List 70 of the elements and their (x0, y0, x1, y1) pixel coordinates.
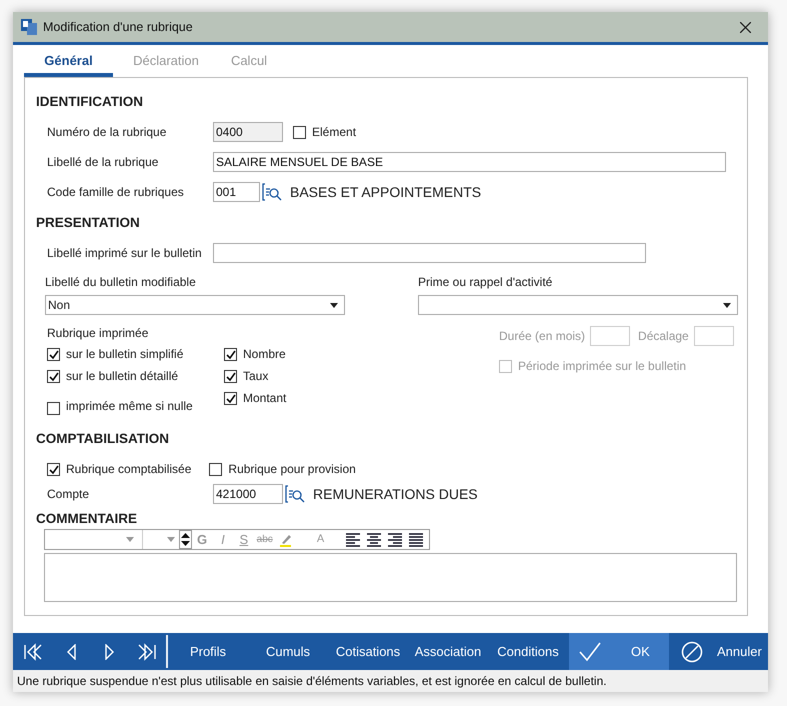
section-heading: IDENTIFICATION (36, 93, 144, 111)
highlighter-icon (278, 532, 293, 546)
section-heading: COMPTABILISATION (36, 430, 170, 448)
caret-icon (126, 537, 134, 542)
checkbox-label: Nombre (243, 346, 286, 363)
description-text: REMUNERATIONS DUES (313, 484, 478, 504)
caret-icon (330, 302, 338, 308)
checkbox-label: Taux (243, 368, 268, 385)
next-icon (104, 644, 114, 660)
search-icon[interactable] (285, 484, 305, 504)
checkbox[interactable] (47, 402, 60, 415)
toolbar-button[interactable]: Cotisations (328, 633, 408, 670)
toolbar-button[interactable]: Cumuls (248, 633, 328, 670)
caret-icon (166, 537, 175, 542)
spin-icon[interactable] (178, 530, 192, 549)
code-field[interactable]: 001 (213, 182, 260, 202)
cancel-icon (681, 640, 703, 662)
align-center-icon[interactable] (366, 531, 382, 548)
field-label: Prime ou rappel d'activité (418, 274, 554, 291)
checkbox-label: Rubrique comptabilisée (66, 461, 192, 478)
text-field[interactable]: SALAIRE MENSUEL DE BASE (213, 152, 726, 172)
checkbox-label: Montant (243, 390, 286, 407)
align-right-icon[interactable] (386, 531, 403, 548)
toolbar-button[interactable]: Profils (168, 633, 248, 670)
cancel-button[interactable]: Annuler (669, 633, 768, 670)
last-record-icon (136, 642, 158, 660)
checkbox[interactable] (47, 462, 60, 476)
dropdown[interactable]: Non (45, 295, 345, 315)
checkbox[interactable] (47, 370, 60, 382)
app-icon (21, 19, 37, 35)
field-label: Décalage (638, 328, 689, 345)
field-label: Code famille de rubriques (46, 184, 185, 201)
field-label: Durée (en mois) (499, 328, 586, 345)
search-icon[interactable] (262, 182, 282, 202)
field-label: Libellé de la rubrique (46, 154, 160, 171)
checkbox-label: sur le bulletin simplifié (66, 346, 184, 363)
field-label: Numéro de la rubrique (46, 124, 168, 141)
text-field[interactable] (213, 243, 646, 263)
checkbox[interactable] (224, 392, 237, 404)
checkbox[interactable] (47, 348, 60, 360)
toolbar-button[interactable]: Conditions (488, 633, 568, 670)
checkbox[interactable] (224, 348, 237, 360)
description-text: BASES ET APPOINTEMENTS (290, 182, 482, 202)
field-label: Libellé du bulletin modifiable (45, 274, 197, 291)
checkbox-label: Période imprimée sur le bulletin (518, 358, 686, 375)
checkbox-label: Elément (312, 124, 356, 141)
status-bar: Une rubrique suspendue n'est plus utilisable en saisie d'éléments variables, et est ignorée en calcul de bulletin. (13, 670, 768, 692)
close-icon (740, 22, 750, 32)
checkbox[interactable] (293, 126, 306, 138)
window-title: Modification d'une rubrique (43, 18, 194, 36)
section-heading: PRESENTATION (36, 214, 141, 232)
check-icon (579, 642, 601, 662)
previous-icon (66, 644, 76, 660)
checkbox-label: Rubrique pour provision (228, 461, 356, 478)
field-label: Libellé imprimé sur le bulletin (46, 245, 203, 262)
field-label: Compte (46, 486, 90, 503)
align-left-icon[interactable] (344, 531, 361, 548)
checkbox[interactable] (209, 462, 222, 476)
first-record-icon (22, 642, 44, 660)
toolbar-button[interactable]: Association (408, 633, 488, 670)
checkbox[interactable] (224, 370, 237, 382)
comment-field[interactable] (44, 553, 737, 602)
account-field[interactable]: 421000 (213, 484, 283, 504)
field-label: Rubrique imprimée (47, 325, 150, 342)
checkbox-label: imprimée même si nulle (66, 398, 193, 415)
caret-icon (723, 302, 731, 308)
checkbox-label: sur le bulletin détaillé (66, 368, 178, 385)
ok-button[interactable]: OK (569, 633, 669, 670)
align-justify-icon[interactable] (408, 531, 424, 548)
section-heading: COMMENTAIRE (36, 510, 138, 528)
